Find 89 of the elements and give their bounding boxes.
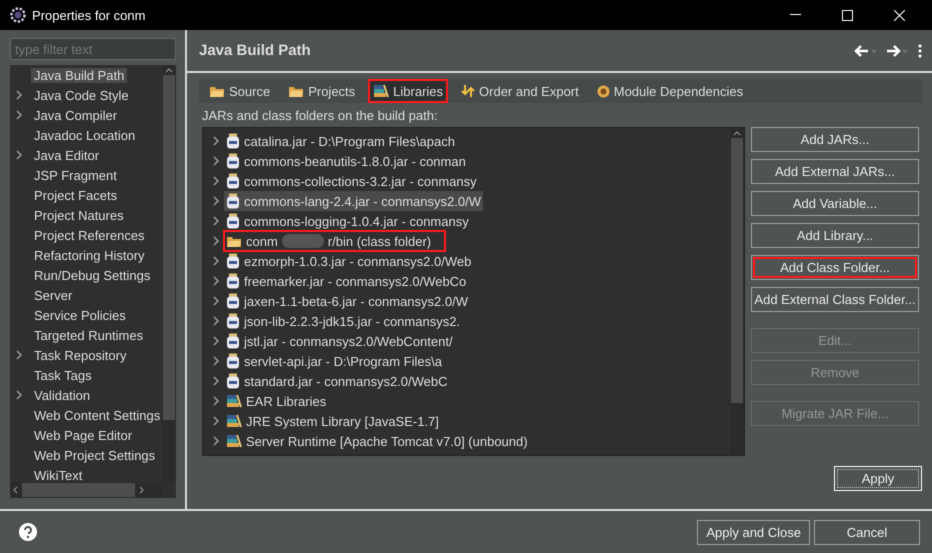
expand-icon[interactable]: [16, 390, 23, 400]
jar-icon: [226, 153, 240, 169]
maximize-icon[interactable]: [842, 10, 852, 20]
build-path-entry[interactable]: JRE System Library [JavaSE-1.7]: [224, 411, 441, 431]
sidebar-item[interactable]: Java Compiler: [16, 108, 120, 122]
folder-icon: [288, 84, 304, 98]
vertical-scrollbar[interactable]: [730, 128, 744, 455]
books-icon: [226, 394, 242, 408]
sidebar-item[interactable]: Task Repository: [16, 348, 130, 362]
side-button[interactable]: Add Class Folder...: [751, 255, 919, 280]
books-icon: [226, 414, 242, 428]
jar-icon: [226, 193, 240, 209]
tab[interactable]: Projects: [283, 79, 360, 103]
build-path-entry[interactable]: jstl.jar - conmansys2.0/WebContent/: [224, 331, 455, 351]
sidebar-item[interactable]: Project Facets: [16, 188, 120, 202]
dialog-button[interactable]: Cancel: [814, 520, 920, 544]
jar-icon: [226, 173, 240, 189]
dialog-button[interactable]: Apply and Close: [697, 520, 810, 544]
sidebar-item[interactable]: Project Natures: [16, 208, 127, 222]
build-path-entry[interactable]: commons-logging-1.0.4.jar - conmansy: [224, 211, 471, 231]
jar-icon: [226, 273, 240, 289]
jar-icon: [226, 353, 240, 369]
sidebar-item[interactable]: Java Code Style: [16, 88, 132, 102]
tab[interactable]: Module Dependencies: [592, 79, 748, 103]
build-path-entry[interactable]: commons-collections-3.2.jar - conmansy: [224, 171, 479, 191]
side-button[interactable]: Add External JARs...: [751, 159, 919, 184]
module-icon: [596, 84, 610, 98]
jar-icon: [226, 253, 240, 269]
build-path-entry[interactable]: commons-beanutils-1.8.0.jar - conman: [224, 151, 468, 171]
build-path-entry[interactable]: EAR Libraries: [224, 391, 328, 411]
jar-icon: [226, 213, 240, 229]
side-button[interactable]: Add Library...: [751, 223, 919, 248]
sidebar-item[interactable]: Validation: [16, 388, 94, 402]
jar-icon: [226, 333, 240, 349]
more-icon[interactable]: [918, 44, 922, 58]
build-path-entry[interactable]: standard.jar - conmansys2.0/WebC: [224, 371, 450, 391]
sidebar-item[interactable]: Javadoc Location: [16, 128, 138, 142]
forward-arrow-icon[interactable]: [886, 44, 908, 56]
side-button[interactable]: Add External Class Folder...: [751, 287, 919, 312]
build-path-entry[interactable]: jaxen-1.1-beta-6.jar - conmansys2.0/W: [224, 291, 470, 311]
sidebar-item[interactable]: Web Project Settings: [16, 448, 158, 462]
window-title: Properties for conm: [32, 8, 146, 22]
build-path-entry[interactable]: Server Runtime [Apache Tomcat v7.0] (unbound): [224, 431, 530, 451]
sidebar-item[interactable]: Refactoring History: [16, 248, 148, 262]
build-path-entry[interactable]: ezmorph-1.0.3.jar - conmansys2.0/Web: [224, 251, 474, 271]
sidebar-item[interactable]: Web Page Editor: [16, 428, 136, 442]
build-path-entry[interactable]: conm r/bin (class folder): [224, 231, 446, 251]
vertical-scrollbar[interactable]: [162, 65, 176, 482]
sidebar-item[interactable]: Java Editor: [16, 148, 102, 162]
sidebar-item[interactable]: Project References: [16, 228, 148, 242]
sidebar-item[interactable]: Run/Debug Settings: [16, 268, 154, 282]
gear-icon: [10, 7, 26, 23]
folder-icon: [209, 84, 225, 98]
build-path-entry[interactable]: catalina.jar - D:\Program Files\apach: [224, 131, 457, 151]
folder-icon: [226, 234, 242, 248]
list-label: JARs and class folders on the build path:: [202, 108, 439, 123]
books-icon: [373, 84, 390, 98]
sidebar-item[interactable]: Web Content Settings: [16, 408, 162, 422]
jar-icon: [226, 373, 240, 389]
sidebar-item[interactable]: Targeted Runtimes: [16, 328, 146, 342]
jar-icon: [226, 313, 240, 329]
build-path-entry[interactable]: json-lib-2.2.3-jdk15.jar - conmansys2.: [224, 311, 462, 331]
build-path-entry[interactable]: freemarker.jar - conmansys2.0/WebCo: [224, 271, 468, 291]
jar-icon: [226, 133, 240, 149]
sidebar-item[interactable]: Server: [16, 288, 76, 302]
jar-icon: [226, 293, 240, 309]
back-arrow-icon[interactable]: [854, 44, 876, 56]
side-button[interactable]: Add Variable...: [751, 191, 919, 216]
up-down-arrows-icon: [461, 84, 476, 98]
sidebar-item[interactable]: JSP Fragment: [16, 168, 120, 182]
expand-icon[interactable]: [16, 350, 23, 360]
sidebar-item[interactable]: Service Policies: [16, 308, 129, 322]
tab[interactable]: Order and Export: [456, 79, 584, 103]
help-icon[interactable]: [18, 522, 38, 542]
sidebar-item[interactable]: WikiText: [16, 468, 86, 482]
apply-button[interactable]: Apply: [834, 466, 922, 491]
build-path-entry[interactable]: servlet-api.jar - D:\Program Files\a: [224, 351, 444, 371]
minimize-icon[interactable]: [790, 14, 800, 16]
tab[interactable]: Libraries: [368, 79, 448, 103]
side-button[interactable]: Add JARs...: [751, 127, 919, 152]
horizontal-scrollbar[interactable]: [10, 482, 162, 498]
close-icon[interactable]: [894, 10, 904, 20]
tab[interactable]: Source: [204, 79, 276, 103]
expand-icon[interactable]: [16, 150, 23, 160]
page-title: Java Build Path: [199, 42, 312, 59]
books-icon: [226, 434, 242, 448]
filter-field[interactable]: type filter text: [10, 38, 176, 60]
build-path-entry[interactable]: commons-lang-2.4.jar - conmansys2.0/W: [224, 191, 483, 211]
sidebar-item[interactable]: Task Tags: [16, 368, 95, 382]
